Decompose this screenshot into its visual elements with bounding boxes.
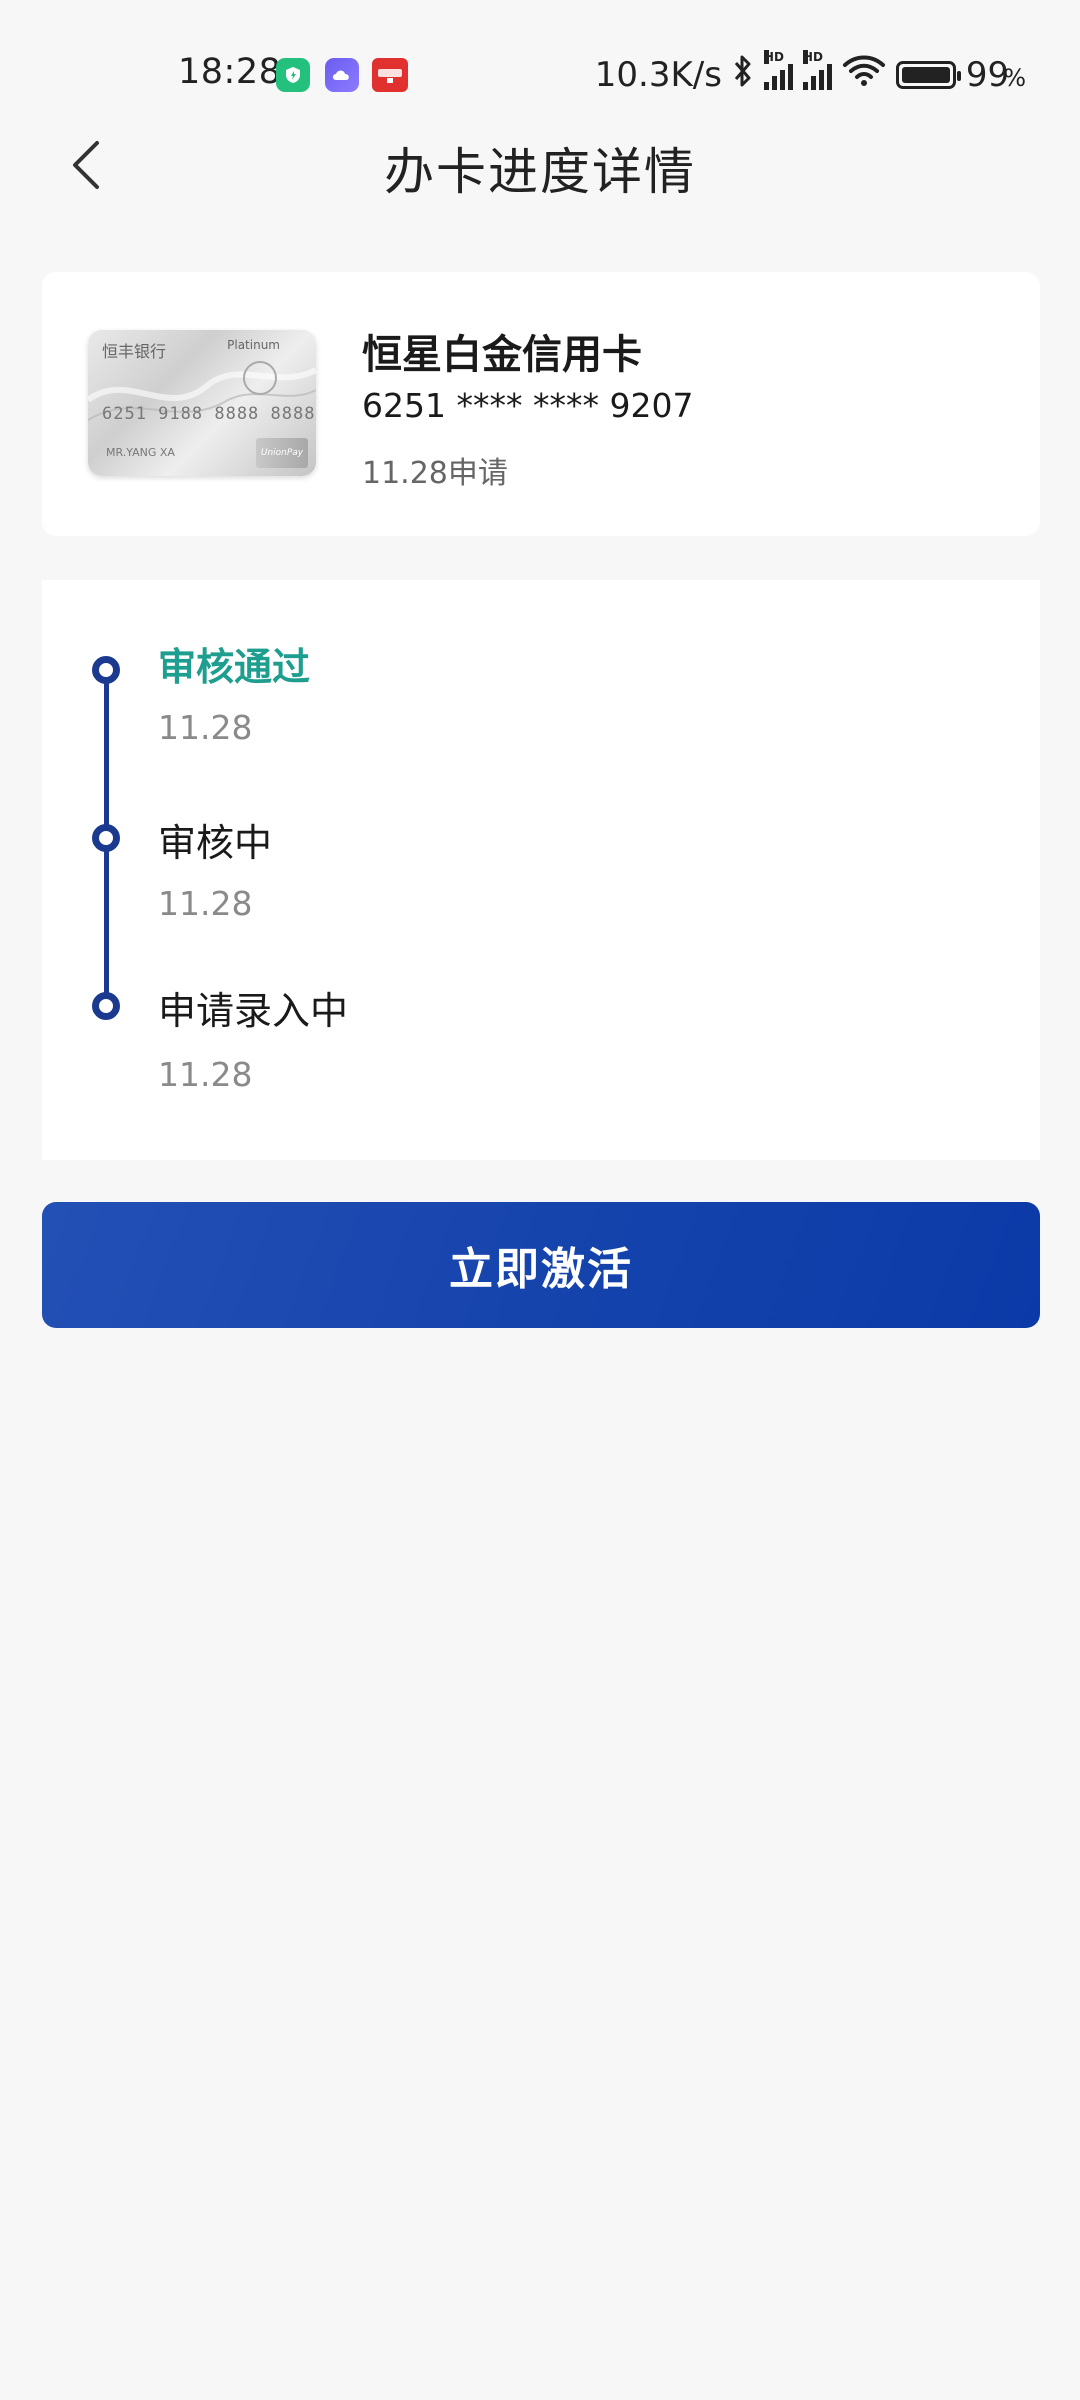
card-number: 6251 **** **** 9207 — [362, 386, 694, 425]
yunshanfu-app-icon — [372, 58, 408, 92]
timeline-dot — [92, 992, 120, 1020]
page-title: 办卡进度详情 — [384, 143, 696, 201]
cloud-app-icon — [325, 58, 359, 92]
wifi-icon — [842, 55, 886, 96]
card-image-holder: MR.YANG XA — [106, 446, 175, 459]
unionpay-logo: UnionPay — [256, 438, 308, 468]
battery-icon — [895, 61, 961, 89]
shield-app-icon — [276, 58, 310, 92]
status-indicators: 10.3K/s HD HD 99% — [594, 50, 1026, 98]
battery-percent: 99% — [965, 55, 1026, 95]
progress-timeline: 审核通过 11.28 审核中 11.28 申请录入中 11.28 — [42, 580, 1040, 1160]
card-image-number: 6251 9188 8888 8888 — [102, 404, 316, 424]
status-bar: 18:28 10.3K/s HD HD 99% — [0, 0, 1080, 150]
card-apply-date: 11.28申请 — [362, 456, 508, 491]
bluetooth-icon — [732, 53, 754, 98]
timeline-title: 申请录入中 — [158, 989, 349, 1033]
activate-now-button[interactable]: 立即激活 — [42, 1202, 1040, 1328]
signal-2-icon: HD — [802, 50, 832, 90]
network-speed: 10.3K/s — [594, 55, 722, 95]
signal-1-icon: HD — [763, 50, 793, 90]
card-name: 恒星白金信用卡 — [362, 332, 642, 378]
timeline-date: 11.28 — [158, 884, 253, 923]
credit-card-image: 恒丰银行 Platinum 6251 9188 8888 8888 MR.YAN… — [88, 330, 316, 476]
timeline-title: 审核中 — [158, 821, 273, 865]
timeline-item-entering: 申请录入中 11.28 — [42, 580, 1040, 1094]
timeline-dot — [92, 824, 120, 852]
card-summary-panel: 恒丰银行 Platinum 6251 9188 8888 8888 MR.YAN… — [42, 272, 1040, 536]
timeline-date: 11.28 — [158, 1055, 253, 1094]
status-time: 18:28 — [178, 52, 282, 92]
